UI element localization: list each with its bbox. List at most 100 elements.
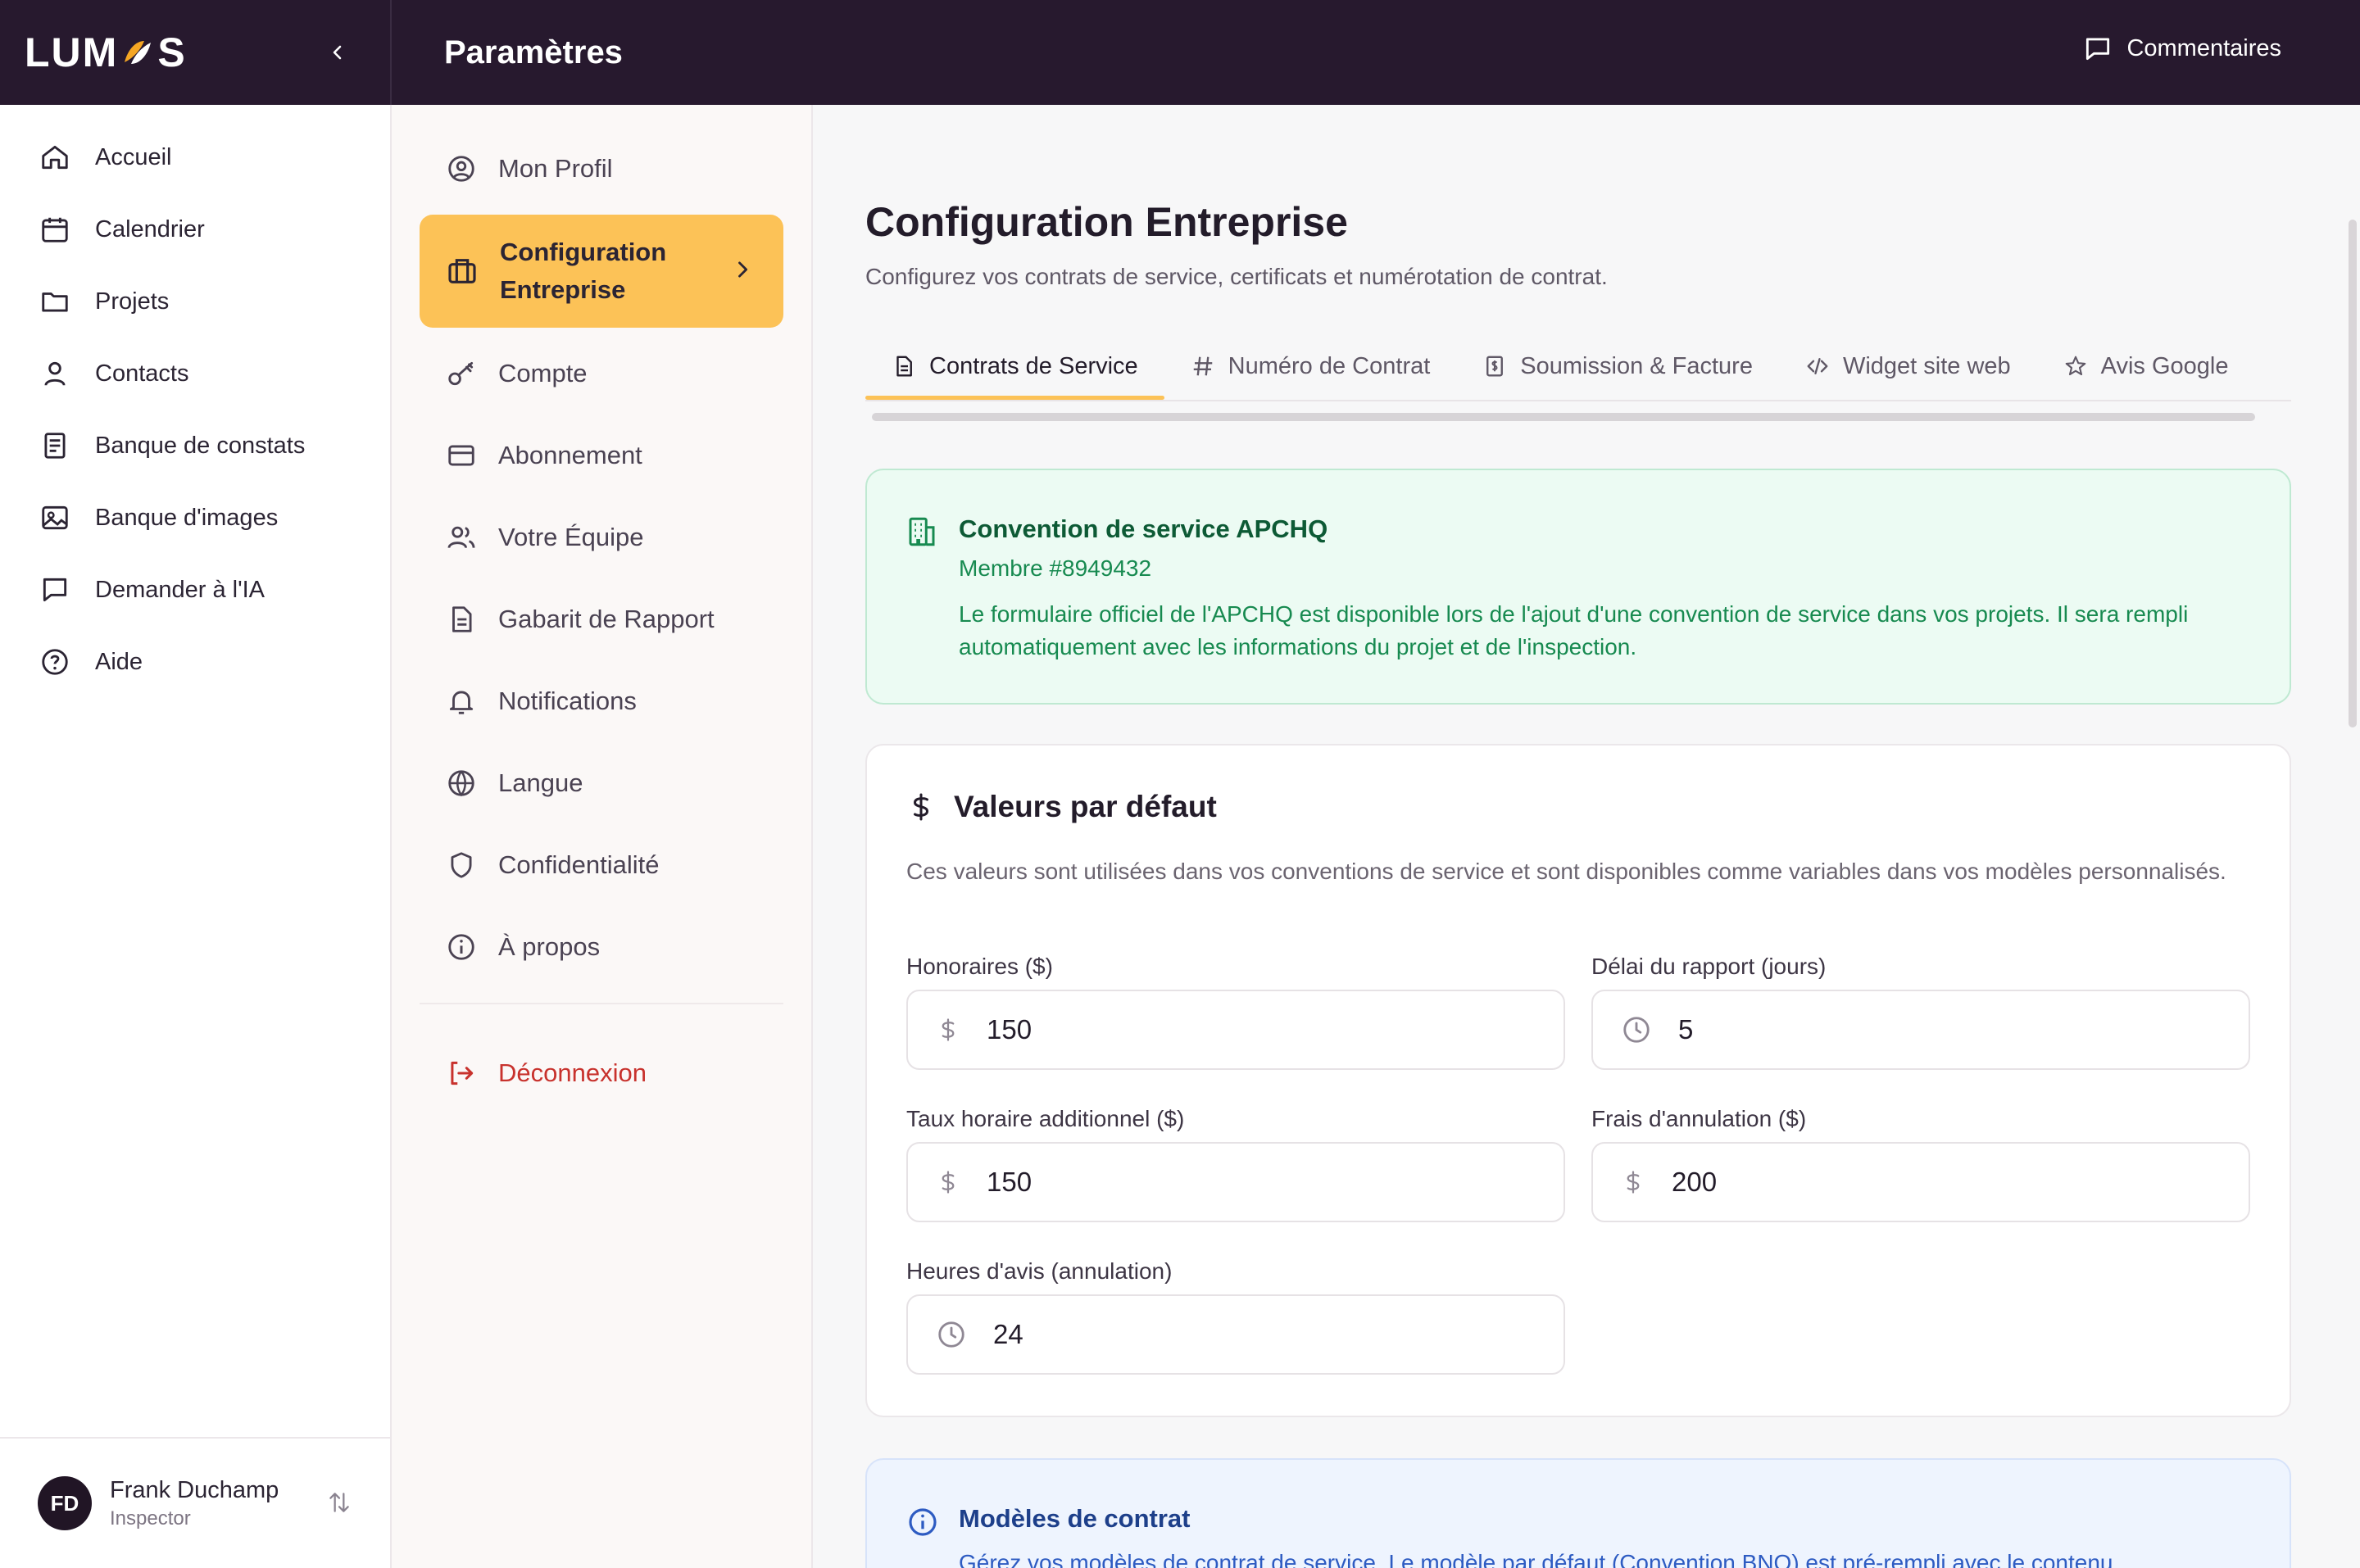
nav-item-projets[interactable]: Projets — [0, 265, 390, 338]
nav-label: Aide — [95, 648, 143, 675]
settings-divider — [420, 1003, 783, 1004]
settings-item-equipe[interactable]: Votre Équipe — [420, 496, 783, 578]
nav-item-banque-images[interactable]: Banque d'images — [0, 482, 390, 554]
team-icon — [447, 526, 475, 549]
settings-item-label: Compte — [498, 359, 588, 387]
settings-item-langue[interactable]: Langue — [420, 742, 783, 824]
tab-label: Avis Google — [2100, 352, 2229, 379]
user-profile-card[interactable]: FD Frank Duchamp Inspector — [0, 1437, 390, 1568]
settings-item-configuration[interactable]: Configuration Entreprise — [420, 215, 783, 328]
settings-item-confidentialite[interactable]: Confidentialité — [420, 824, 783, 906]
feedback-button[interactable]: Commentaires — [2082, 33, 2281, 64]
section-subtitle: Configurez vos contrats de service, cert… — [865, 264, 1608, 289]
default-values-card: Valeurs par défaut Ces valeurs sont util… — [865, 744, 2291, 1417]
brand-area: LUM S — [0, 0, 392, 105]
report-delay-label: Délai du rapport (jours) — [1591, 954, 1827, 979]
hourly-rate-input[interactable] — [987, 1167, 1511, 1198]
shield-icon — [451, 852, 472, 878]
logout-button[interactable]: Déconnexion — [420, 1032, 783, 1114]
credit-card-icon — [448, 445, 474, 466]
fee-input[interactable] — [987, 1014, 1511, 1045]
tab-label: Numéro de Contrat — [1228, 352, 1431, 379]
nav-item-contacts[interactable]: Contacts — [0, 338, 390, 410]
arrows-up-down-icon — [329, 1493, 349, 1512]
settings-sidebar: Mon Profil Configuration Entreprise Comp… — [392, 105, 813, 1568]
nav-item-demander-ia[interactable]: Demander à l'IA — [0, 554, 390, 626]
help-icon — [42, 649, 68, 675]
clock-icon — [1623, 1017, 1650, 1043]
apchq-title: Convention de service APCHQ — [959, 514, 1328, 543]
fee-field[interactable] — [906, 990, 1565, 1070]
hash-icon — [1193, 356, 1212, 376]
logout-label: Déconnexion — [498, 1058, 647, 1087]
star-icon — [2065, 356, 2085, 376]
report-delay-field[interactable] — [1591, 990, 2250, 1070]
logo-text-end: S — [157, 29, 187, 75]
lumos-logo[interactable]: LUM S — [25, 29, 187, 76]
settings-item-abonnement[interactable]: Abonnement — [420, 415, 783, 496]
chevron-right-icon — [731, 258, 754, 281]
user-name: Frank Duchamp — [110, 1476, 279, 1503]
apchq-member-number: Membre #8949432 — [959, 555, 1152, 581]
switch-account-button[interactable] — [326, 1489, 352, 1516]
fee-label: Honoraires ($) — [906, 954, 1053, 979]
apchq-description: Le formulaire officiel de l'APCHQ est di… — [959, 601, 2189, 659]
settings-nav: Mon Profil Configuration Entreprise Comp… — [392, 105, 811, 1114]
tab-soumission-facture[interactable]: Soumission & Facture — [1456, 338, 1779, 395]
folder-icon — [42, 292, 68, 312]
home-icon — [42, 145, 68, 170]
building-icon — [905, 514, 939, 549]
settings-item-label: Confidentialité — [498, 850, 660, 879]
main-sidebar: Accueil Calendrier Projets Contacts Banq… — [0, 105, 392, 1568]
tab-widget-site-web[interactable]: Widget site web — [1779, 338, 2037, 395]
page-title: Paramètres — [444, 34, 623, 70]
settings-item-label: Configuration Entreprise — [500, 238, 667, 304]
settings-item-label: Mon Profil — [498, 154, 613, 183]
nav-item-calendrier[interactable]: Calendrier — [0, 193, 390, 265]
collapse-sidebar-button[interactable] — [321, 36, 354, 69]
tabs-scrollbar[interactable] — [872, 413, 2255, 421]
globe-icon — [448, 770, 474, 797]
settings-item-a-propos[interactable]: À propos — [420, 906, 783, 988]
card-title: Valeurs par défaut — [906, 790, 1217, 824]
settings-item-label: Abonnement — [498, 441, 642, 469]
notice-hours-field[interactable] — [906, 1294, 1565, 1375]
logo-text-start: LUM — [25, 29, 119, 75]
contract-models-panel: Modèles de contrat Gérez vos modèles de … — [865, 1458, 2291, 1568]
user-role: Inspector — [110, 1507, 191, 1529]
tab-contrats-service[interactable]: Contrats de Service — [865, 338, 1164, 400]
nav-label: Projets — [95, 288, 170, 315]
notice-hours-input[interactable] — [993, 1319, 1518, 1350]
section-title: Configuration Entreprise — [865, 199, 1348, 245]
hourly-rate-label: Taux horaire additionnel ($) — [906, 1106, 1185, 1131]
report-delay-input[interactable] — [1678, 1014, 2203, 1045]
page-scrollbar[interactable] — [2349, 220, 2357, 727]
dollar-icon — [1627, 1171, 1640, 1194]
tab-avis-google[interactable]: Avis Google — [2037, 338, 2255, 395]
tab-numero-contrat[interactable]: Numéro de Contrat — [1164, 338, 1457, 395]
settings-item-notifications[interactable]: Notifications — [420, 660, 783, 742]
settings-item-label: Votre Équipe — [498, 523, 644, 551]
nav-label: Contacts — [95, 360, 189, 387]
settings-item-label: Langue — [498, 768, 583, 797]
bell-icon — [449, 691, 474, 714]
document-icon — [896, 356, 912, 377]
nav-label: Banque de constats — [95, 432, 306, 459]
nav-item-aide[interactable]: Aide — [0, 626, 390, 698]
hourly-rate-field[interactable] — [906, 1142, 1565, 1222]
user-info: Frank Duchamp Inspector — [110, 1477, 279, 1530]
avatar: FD — [38, 1476, 92, 1530]
nav-item-banque-constats[interactable]: Banque de constats — [0, 410, 390, 482]
settings-item-compte[interactable]: Compte — [420, 333, 783, 415]
settings-item-profil[interactable]: Mon Profil — [420, 128, 783, 210]
chat-icon — [43, 578, 67, 602]
nav-label: Demander à l'IA — [95, 576, 266, 603]
cancel-fee-input[interactable] — [1672, 1167, 2196, 1198]
report-icon — [452, 606, 472, 632]
dollar-icon — [942, 1171, 955, 1194]
code-icon — [1807, 358, 1828, 374]
nav-item-accueil[interactable]: Accueil — [0, 121, 390, 193]
card-description: Ces valeurs sont utilisées dans vos conv… — [906, 859, 2226, 884]
cancel-fee-field[interactable] — [1591, 1142, 2250, 1222]
settings-item-gabarit[interactable]: Gabarit de Rapport — [420, 578, 783, 660]
